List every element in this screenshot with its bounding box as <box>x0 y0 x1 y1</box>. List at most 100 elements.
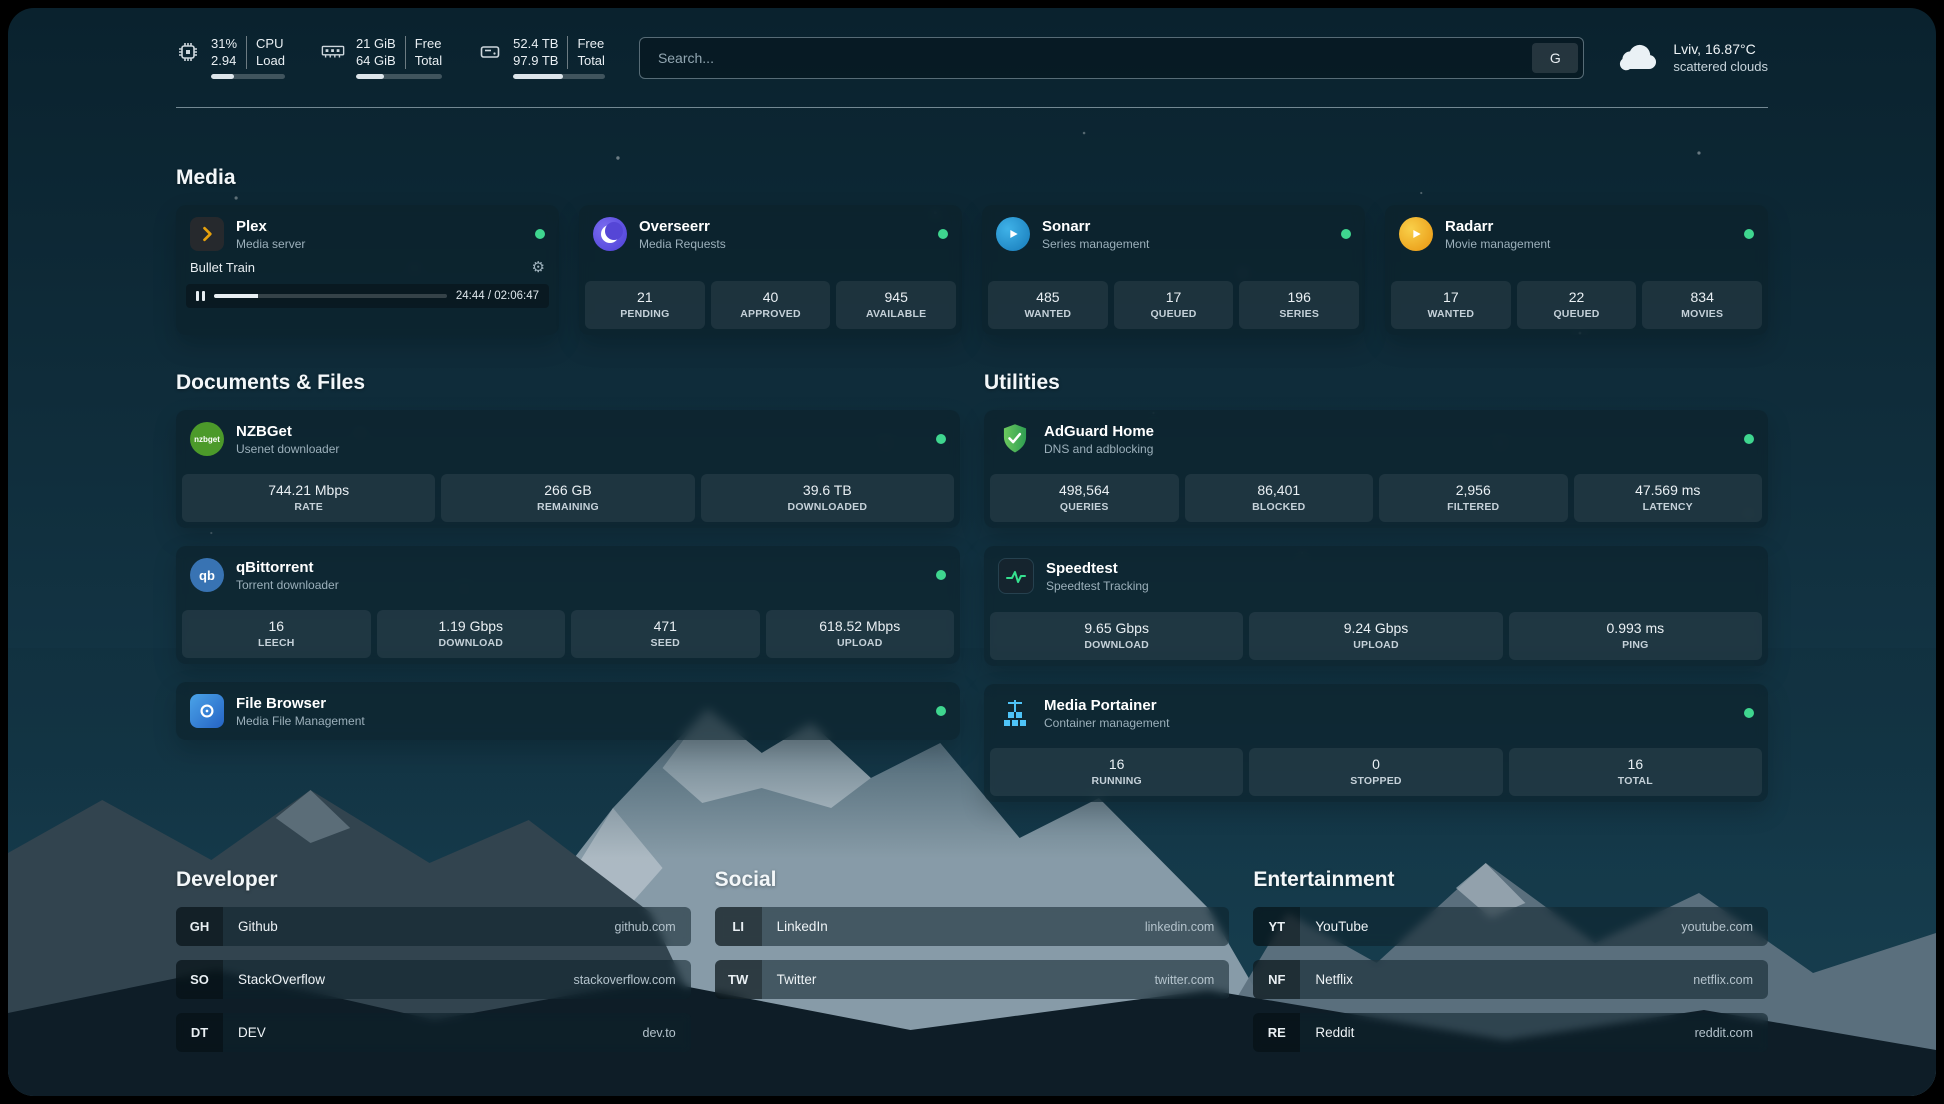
bookmark-twitter[interactable]: TW Twitter twitter.com <box>715 960 1230 999</box>
bookmark-name: YouTube <box>1315 919 1681 934</box>
stat-stopped: 0 STOPPED <box>1249 748 1502 796</box>
stat-filtered: 2,956 FILTERED <box>1379 474 1568 522</box>
bookmark-abbr: TW <box>715 960 762 999</box>
portainer-icon <box>998 696 1032 730</box>
section-utilities: Utilities AdGuard Home DNS and adblockin… <box>984 371 1768 802</box>
service-card-adguard[interactable]: AdGuard Home DNS and adblocking 498,564 … <box>984 410 1768 528</box>
service-subtitle: Container management <box>1044 716 1732 730</box>
memory-progress-bar <box>356 74 442 79</box>
bookmark-abbr: NF <box>1253 960 1300 999</box>
search-provider-button[interactable]: G <box>1532 43 1578 73</box>
stat-queued: 17 QUEUED <box>1114 281 1234 329</box>
status-dot-online <box>1744 229 1754 239</box>
bookmark-name: Reddit <box>1315 1025 1694 1040</box>
cpu-usage-label: CPU <box>256 36 285 52</box>
disk-icon <box>478 40 502 64</box>
bookmark-abbr: SO <box>176 960 223 999</box>
header-divider <box>176 107 1768 108</box>
stat-seed: 471 SEED <box>571 610 760 658</box>
bookmark-domain: linkedin.com <box>1145 920 1214 934</box>
service-name: AdGuard Home <box>1044 423 1732 440</box>
utilities-section-title: Utilities <box>984 371 1768 395</box>
media-section-title: Media <box>176 166 1768 190</box>
stat-download: 9.65 Gbps DOWNLOAD <box>990 612 1243 660</box>
stat-series: 196 SERIES <box>1239 281 1359 329</box>
bookmark-name: Github <box>238 919 615 934</box>
cpu-usage-value: 31% <box>211 36 237 52</box>
memory-free-label: Free <box>415 36 442 52</box>
bookmarks: Developer GH Github github.com SO StackO… <box>176 868 1768 1092</box>
bookmark-domain: reddit.com <box>1695 1026 1753 1040</box>
memory-free-value: 21 GiB <box>356 36 396 52</box>
bookmark-abbr: GH <box>176 907 223 946</box>
bookmark-domain: stackoverflow.com <box>574 973 676 987</box>
memory-widget: 21 GiB 64 GiB Free Total <box>321 36 442 79</box>
top-bar: 31% 2.94 CPU Load <box>176 8 1768 79</box>
stat-leech: 16 LEECH <box>182 610 371 658</box>
service-name: NZBGet <box>236 423 924 440</box>
service-name: Radarr <box>1445 218 1732 235</box>
disk-widget: 52.4 TB 97.9 TB Free Total <box>478 36 605 79</box>
bookmark-abbr: RE <box>1253 1013 1300 1052</box>
bookmark-name: Twitter <box>777 972 1155 987</box>
bookmark-linkedin[interactable]: LI LinkedIn linkedin.com <box>715 907 1230 946</box>
pause-icon[interactable] <box>196 291 205 301</box>
service-card-portainer[interactable]: Media Portainer Container management 16 … <box>984 684 1768 802</box>
service-subtitle: Media server <box>236 237 523 251</box>
service-card-sonarr[interactable]: Sonarr Series management 485 WANTED 17 Q… <box>982 205 1365 335</box>
status-dot-online <box>535 229 545 239</box>
bookmark-name: StackOverflow <box>238 972 574 987</box>
bookmark-domain: github.com <box>615 920 676 934</box>
memory-total-label: Total <box>415 53 442 69</box>
service-name: Plex <box>236 218 523 235</box>
stat-rate: 744.21 Mbps RATE <box>182 474 435 522</box>
settings-gear-icon[interactable]: ⚙ <box>532 260 545 275</box>
section-documents: Documents & Files nzbget NZBGet Usenet d… <box>176 371 960 740</box>
bookmark-name: LinkedIn <box>777 919 1145 934</box>
service-card-plex[interactable]: Plex Media server Bullet Train ⚙ 24:44 /… <box>176 205 559 335</box>
stat-running: 16 RUNNING <box>990 748 1243 796</box>
service-card-qbittorrent[interactable]: qb qBittorrent Torrent downloader 16 <box>176 546 960 664</box>
bookmark-dev[interactable]: DT DEV dev.to <box>176 1013 691 1052</box>
weather-location: Lviv, 16.87°C <box>1673 40 1768 58</box>
service-subtitle: Media Requests <box>639 237 926 251</box>
bookmark-youtube[interactable]: YT YouTube youtube.com <box>1253 907 1768 946</box>
service-card-radarr[interactable]: Radarr Movie management 17 WANTED 22 QUE… <box>1385 205 1768 335</box>
service-card-nzbget[interactable]: nzbget NZBGet Usenet downloader 744.21 M… <box>176 410 960 528</box>
search-input[interactable] <box>656 49 1532 67</box>
service-subtitle: Series management <box>1042 237 1329 251</box>
dashboard-window: 31% 2.94 CPU Load <box>8 8 1936 1096</box>
cloud-icon <box>1618 43 1660 73</box>
service-subtitle: Torrent downloader <box>236 578 924 592</box>
sonarr-icon <box>996 217 1030 251</box>
service-card-filebrowser[interactable]: File Browser Media File Management <box>176 682 960 740</box>
stat-movies: 834 MOVIES <box>1642 281 1762 329</box>
bookmark-reddit[interactable]: RE Reddit reddit.com <box>1253 1013 1768 1052</box>
bookmark-github[interactable]: GH Github github.com <box>176 907 691 946</box>
service-subtitle: DNS and adblocking <box>1044 442 1732 456</box>
stat-pending: 21 PENDING <box>585 281 705 329</box>
bookmark-group-entertainment: Entertainment YT YouTube youtube.com NF … <box>1253 868 1768 1052</box>
status-dot-online <box>1341 229 1351 239</box>
playback-progress-track[interactable] <box>214 294 447 298</box>
status-dot-online <box>936 434 946 444</box>
cpu-progress-bar <box>211 74 285 79</box>
playback-bar: 24:44 / 02:06:47 <box>186 284 549 308</box>
bookmark-domain: youtube.com <box>1681 920 1753 934</box>
service-card-overseerr[interactable]: Overseerr Media Requests 21 PENDING 40 A… <box>579 205 962 335</box>
bookmark-group-developer: Developer GH Github github.com SO StackO… <box>176 868 691 1052</box>
status-dot-online <box>936 706 946 716</box>
section-media: Media Plex Media server <box>176 166 1768 335</box>
stat-total: 16 TOTAL <box>1509 748 1762 796</box>
disk-free-label: Free <box>577 36 604 52</box>
service-card-speedtest[interactable]: Speedtest Speedtest Tracking 9.65 Gbps D… <box>984 546 1768 666</box>
stat-queued: 22 QUEUED <box>1517 281 1637 329</box>
search-bar[interactable]: G <box>639 37 1584 79</box>
status-dot-online <box>1744 434 1754 444</box>
bookmark-stackoverflow[interactable]: SO StackOverflow stackoverflow.com <box>176 960 691 999</box>
cpu-widget: 31% 2.94 CPU Load <box>176 36 285 79</box>
bookmark-domain: twitter.com <box>1155 973 1215 987</box>
bookmark-netflix[interactable]: NF Netflix netflix.com <box>1253 960 1768 999</box>
overseerr-icon <box>593 217 627 251</box>
playback-progress-fill <box>214 294 258 298</box>
